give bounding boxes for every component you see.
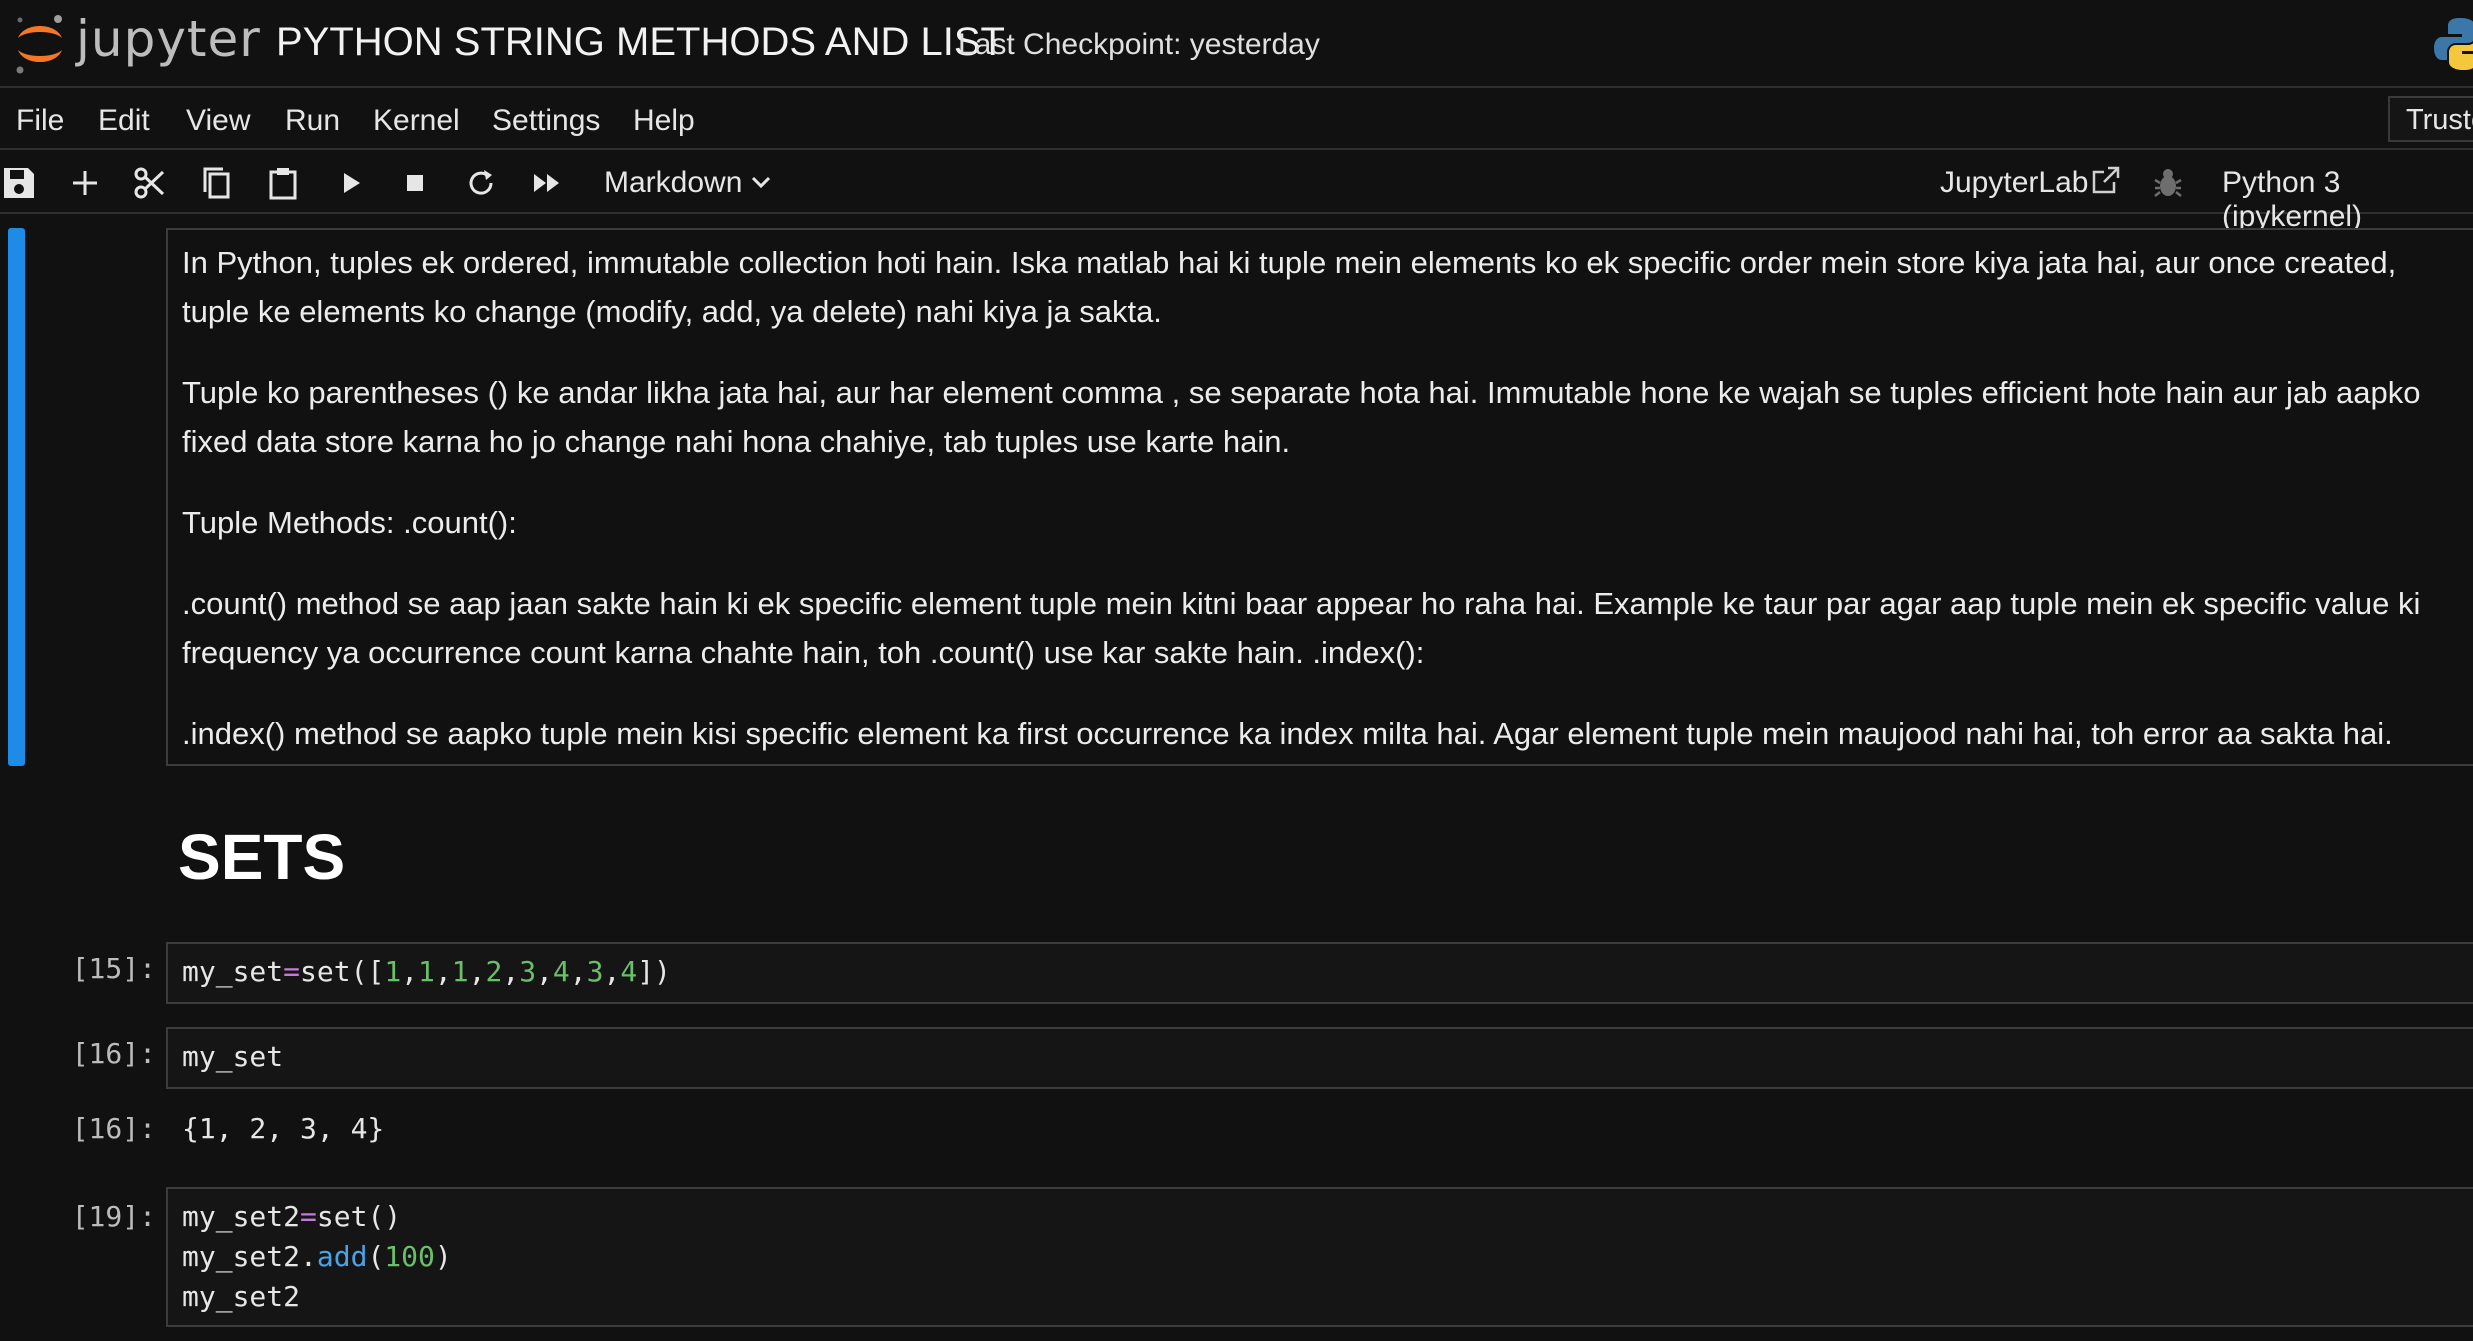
menu-run[interactable]: Run bbox=[285, 104, 340, 138]
code-token: ]) bbox=[637, 955, 671, 988]
save-icon[interactable] bbox=[0, 164, 38, 202]
code-line: my_set2.add(100) bbox=[182, 1237, 2472, 1277]
jupyter-logo-icon[interactable] bbox=[12, 12, 68, 74]
code-token: add bbox=[316, 1240, 368, 1273]
menu-edit[interactable]: Edit bbox=[98, 104, 150, 138]
markdown-paragraph: .index() method se aapko tuple mein kisi… bbox=[182, 716, 2393, 751]
menu-file[interactable]: File bbox=[16, 104, 64, 138]
code-token: 2 bbox=[485, 955, 503, 988]
stop-icon[interactable] bbox=[396, 164, 434, 202]
python-logo-icon bbox=[2434, 18, 2473, 70]
notebook-title[interactable]: PYTHON STRING METHODS AND LIST bbox=[276, 20, 1005, 65]
input-prompt: [15]: bbox=[71, 952, 156, 985]
input-prompt: [16]: bbox=[71, 1037, 156, 1070]
code-token: set() bbox=[316, 1200, 402, 1233]
active-cell-indicator[interactable] bbox=[8, 228, 25, 766]
code-line: my_set2=set() bbox=[182, 1197, 2472, 1237]
code-line: my_set2 bbox=[182, 1277, 2472, 1317]
markdown-paragraph: .count() method se aap jaan sakte hain k… bbox=[182, 586, 2421, 670]
code-token: my_set2 bbox=[182, 1200, 301, 1233]
menu-settings[interactable]: Settings bbox=[492, 104, 600, 138]
notebook-toolbar: Markdown JupyterLab Python 3 (ipykernel) bbox=[0, 152, 2473, 233]
code-token: 1 bbox=[418, 955, 435, 988]
code-cell[interactable]: my_set=set([1,1,1,2,3,4,3,4]) bbox=[166, 942, 2473, 1004]
code-token: my_set bbox=[182, 955, 284, 988]
menu-bar: File Edit View Run Kernel Settings Help … bbox=[0, 90, 2473, 150]
code-token: 1 bbox=[384, 955, 402, 988]
trusted-button[interactable]: Truste bbox=[2388, 96, 2473, 142]
code-token: set([ bbox=[300, 955, 385, 988]
cell-type-dropdown[interactable]: Markdown bbox=[604, 166, 742, 200]
code-token: = bbox=[300, 1200, 317, 1233]
code-token: , bbox=[502, 955, 520, 988]
code-token: , bbox=[401, 955, 419, 988]
menu-help[interactable]: Help bbox=[633, 104, 695, 138]
code-token: , bbox=[569, 955, 587, 988]
input-prompt: [19]: bbox=[71, 1200, 156, 1233]
kernel-status[interactable]: Python 3 (ipykernel) bbox=[2222, 166, 2473, 234]
jupyter-wordmark: jupyter bbox=[76, 10, 261, 68]
add-cell-icon[interactable] bbox=[66, 164, 104, 202]
restart-icon[interactable] bbox=[462, 164, 500, 202]
top-header: jupyter PYTHON STRING METHODS AND LIST L… bbox=[0, 0, 2473, 88]
code-token: 1 bbox=[451, 955, 469, 988]
paste-icon[interactable] bbox=[264, 164, 302, 202]
code-cell[interactable]: my_set2=set() my_set2.add(100) my_set2 bbox=[166, 1187, 2473, 1327]
code-token: ) bbox=[434, 1240, 452, 1273]
copy-icon[interactable] bbox=[198, 164, 236, 202]
code-token: 100 bbox=[384, 1240, 435, 1273]
code-token: my_set2 bbox=[182, 1280, 301, 1313]
code-token: 4 bbox=[552, 955, 570, 988]
cell-output: {1, 2, 3, 4} bbox=[182, 1112, 385, 1145]
markdown-paragraph: Tuple Methods: .count(): bbox=[182, 505, 517, 540]
code-token: 3 bbox=[519, 955, 537, 988]
markdown-paragraph: Tuple ko parentheses () ke andar likha j… bbox=[182, 375, 2421, 459]
open-in-jupyterlab-link[interactable]: JupyterLab bbox=[1940, 166, 2088, 200]
fast-forward-icon[interactable] bbox=[528, 164, 566, 202]
cut-icon[interactable] bbox=[131, 164, 169, 202]
menu-view[interactable]: View bbox=[186, 104, 250, 138]
code-token: , bbox=[468, 955, 486, 988]
code-token: my_set bbox=[182, 1040, 284, 1073]
code-token: = bbox=[283, 955, 301, 988]
code-token: , bbox=[536, 955, 553, 988]
menu-kernel[interactable]: Kernel bbox=[373, 104, 460, 138]
code-token: , bbox=[434, 955, 452, 988]
code-token: ( bbox=[367, 1240, 385, 1273]
markdown-cell[interactable]: In Python, tuples ek ordered, immutable … bbox=[166, 228, 2473, 766]
code-token: my_set2. bbox=[182, 1240, 317, 1273]
code-token: , bbox=[603, 955, 621, 988]
debugger-bug-icon[interactable] bbox=[2152, 166, 2184, 200]
code-cell[interactable]: my_set bbox=[166, 1027, 2473, 1089]
external-link-icon[interactable] bbox=[2090, 164, 2122, 196]
run-cell-icon[interactable] bbox=[332, 164, 370, 202]
last-checkpoint: Last Checkpoint: yesterday bbox=[958, 28, 1320, 61]
code-token: 3 bbox=[586, 955, 604, 988]
output-prompt: [16]: bbox=[71, 1112, 156, 1145]
markdown-paragraph: In Python, tuples ek ordered, immutable … bbox=[182, 245, 2397, 329]
code-token: 4 bbox=[620, 955, 638, 988]
chevron-down-icon[interactable] bbox=[748, 172, 774, 192]
sets-heading: SETS bbox=[178, 821, 346, 893]
